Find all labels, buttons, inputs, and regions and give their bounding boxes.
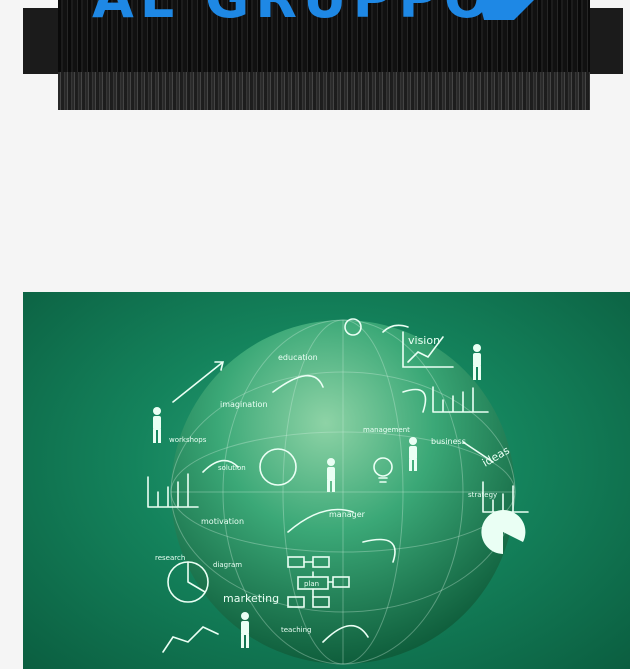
blue-arrow-logo-icon <box>479 0 534 20</box>
label-imagination: imagination <box>220 400 268 409</box>
banner-image: AL GRUPPO <box>58 0 590 110</box>
label-plan: plan <box>304 580 319 588</box>
label-business: business <box>431 437 466 446</box>
label-manager: manager <box>329 510 366 519</box>
label-research: research <box>155 554 185 562</box>
label-management: management <box>363 426 410 434</box>
globe-illustration: vision education imagination workshops s… <box>147 318 529 665</box>
label-education: education <box>278 353 318 362</box>
label-workshops: workshops <box>169 436 207 444</box>
label-marketing: marketing <box>223 592 279 605</box>
label-strategy: strategy <box>468 491 497 499</box>
label-teaching: teaching <box>281 626 311 634</box>
label-diagram: diagram <box>213 561 242 569</box>
label-vision: vision <box>408 334 440 347</box>
logo-banner: AL GRUPPO <box>23 0 623 110</box>
label-motivation: motivation <box>201 517 244 526</box>
label-solution: solution <box>218 464 246 472</box>
business-globe-image: vision education imagination workshops s… <box>23 292 630 669</box>
